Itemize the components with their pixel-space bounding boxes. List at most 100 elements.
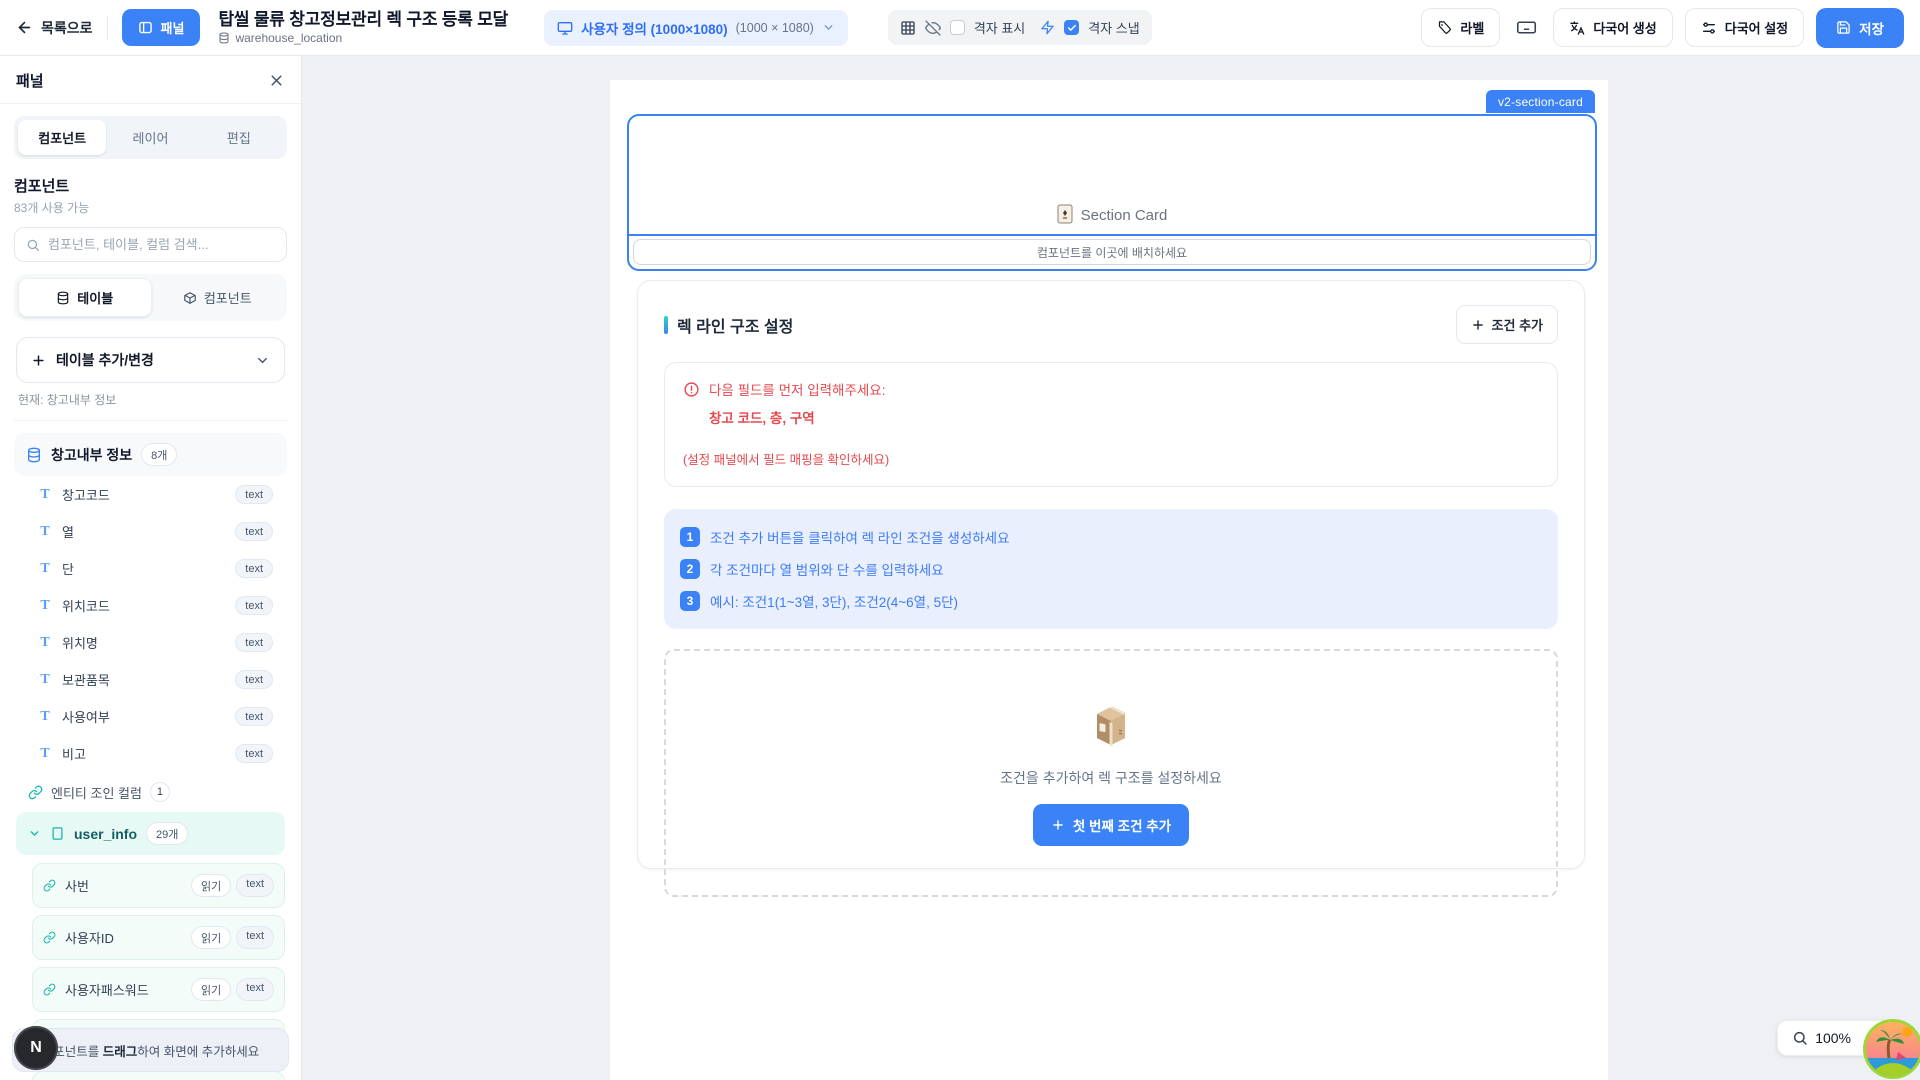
step-item: 3 예시: 조건1(1~3열, 3단), 조건2(4~6열, 5단) [680,591,1542,611]
tab-component-library[interactable]: 컴포넌트 [152,278,284,317]
warning-fields: 창고 코드, 층, 구역 [709,407,1539,427]
title-accent-bar [664,316,668,334]
document-title-block: 탑씰 물류 창고정보관리 렉 구조 등록 모달 warehouse_locati… [218,10,508,46]
empty-state-message: 조건을 추가하여 렉 구조를 설정하세요 [1000,768,1222,788]
plus-icon [1051,818,1065,832]
zoom-value: 100% [1815,1030,1851,1046]
field-item[interactable]: T 열 text [14,513,287,550]
package-box-icon [1085,700,1137,752]
join-field-item[interactable]: 사용자ID 읽기text [32,915,285,960]
readonly-badge: 읽기 [191,978,231,1001]
link-icon [43,879,56,892]
save-button[interactable]: 저장 [1816,8,1904,48]
join-field-item[interactable]: 사번 읽기text [32,863,285,908]
back-arrow-icon [16,19,33,36]
back-button[interactable]: 목록으로 [16,18,93,38]
type-badge: text [235,633,273,652]
show-grid-label: 격자 표시 [974,18,1025,37]
section-card-label: Section Card [1081,207,1168,224]
join-count-badge: 1 [150,782,170,802]
entity-icon [50,826,65,841]
field-item[interactable]: T 단 text [14,550,287,587]
artboard[interactable]: v2-section-card Section Card 컴포넌트를 이곳에 배… [610,80,1608,1080]
database-icon [56,291,70,305]
join-field-count-badge: 29개 [146,822,188,845]
section-card-body[interactable]: Section Card [629,116,1595,236]
join-field-item[interactable]: 사용자패스워드 읽기text [32,967,285,1012]
step-number-badge: 2 [680,559,700,579]
rack-structure-card[interactable]: 렉 라인 구조 설정 조건 추가 다음 필드를 먼저 입력해주세요: [637,280,1585,869]
add-condition-button[interactable]: 조건 추가 [1456,305,1558,344]
translate-generate-button[interactable]: 다국어 생성 [1553,8,1672,47]
add-table-button[interactable]: 테이블 추가/변경 [16,337,285,383]
link-icon [28,785,43,800]
text-type-icon: T [38,598,52,614]
panel-title: 패널 [16,70,44,91]
design-canvas[interactable]: v2-section-card Section Card 컴포넌트를 이곳에 배… [302,56,1920,1080]
grid-icon[interactable] [900,20,916,36]
chevron-down-icon [822,21,835,34]
dropzone-text: 컴포넌트를 이곳에 배치하세요 [633,239,1591,265]
type-badge: text [236,978,274,1001]
plus-icon [1471,318,1485,332]
text-type-icon: T [38,746,52,762]
sidebar-panel-icon [138,20,153,35]
plus-icon [31,353,46,368]
text-type-icon: T [38,635,52,651]
type-badge: text [235,670,273,689]
selected-section-card[interactable]: v2-section-card Section Card 컴포넌트를 이곳에 배… [627,114,1597,271]
tab-tables[interactable]: 테이블 [18,278,152,317]
snap-grid-checkbox[interactable] [1064,20,1079,35]
chevron-down-icon [28,827,41,840]
toolbar-right: 라벨 다국어 생성 다국어 설정 저장 [1421,8,1904,48]
search-icon [26,238,40,252]
first-condition-button[interactable]: 첫 번째 조건 추가 [1033,804,1189,846]
show-grid-checkbox[interactable] [950,20,965,35]
tag-icon [1437,20,1452,35]
labels-button[interactable]: 라벨 [1421,8,1500,47]
island-overlay-icon[interactable] [1862,1018,1920,1080]
eye-off-icon[interactable] [925,20,941,36]
search-input[interactable] [48,237,275,252]
join-field-item[interactable]: 사용자 영어 이름 읽기text [32,1071,285,1080]
type-badge: text [235,744,273,763]
table-group-header[interactable]: 창고내부 정보 8개 [14,433,287,476]
conditions-empty-state: 조건을 추가하여 렉 구조를 설정하세요 첫 번째 조건 추가 [664,649,1558,897]
sliders-icon [1701,20,1717,36]
field-item[interactable]: T 비고 text [14,735,287,772]
close-icon[interactable] [268,72,285,89]
type-badge: text [235,522,273,541]
top-toolbar: 목록으로 패널 탑씰 물류 창고정보관리 렉 구조 등록 모달 warehous… [0,0,1920,56]
field-item[interactable]: T 사용여부 text [14,698,287,735]
snap-grid-label: 격자 스냅 [1088,18,1139,37]
dropzone-strip[interactable]: 컴포넌트를 이곳에 배치하세요 [629,236,1595,269]
type-badge: text [235,707,273,726]
field-item[interactable]: T 보관품목 text [14,661,287,698]
warning-line1: 다음 필드를 먼저 입력해주세요: [709,379,885,399]
type-badge: text [236,874,274,897]
type-badge: text [235,559,273,578]
divider [14,420,287,421]
table-source-name: warehouse_location [235,31,342,45]
tab-components[interactable]: 컴포넌트 [18,120,106,155]
text-type-icon: T [38,487,52,503]
readonly-badge: 읽기 [191,926,231,949]
viewport-size: (1000 × 1080) [736,21,814,35]
toggle-panel-button[interactable]: 패널 [122,9,201,46]
search-box[interactable] [14,227,287,262]
field-item[interactable]: T 위치명 text [14,624,287,661]
keyboard-shortcuts-icon[interactable] [1512,13,1541,42]
back-label: 목록으로 [41,18,93,38]
field-item[interactable]: T 창고코드 text [14,476,287,513]
join-table-header[interactable]: user_info 29개 [16,812,285,855]
link-icon [43,983,56,996]
page-title: 탑씰 물류 창고정보관리 렉 구조 등록 모달 [218,10,508,30]
translate-settings-button[interactable]: 다국어 설정 [1685,8,1804,47]
tab-edit[interactable]: 편집 [195,120,283,155]
field-item[interactable]: T 위치코드 text [14,587,287,624]
viewport-size-dropdown[interactable]: 사용자 정의 (1000×1080) (1000 × 1080) [544,10,848,46]
magnifier-icon [1792,1030,1808,1046]
chevron-down-icon [255,353,270,368]
panel-tabs: 컴포넌트 레이어 편집 [14,116,287,159]
tab-layers[interactable]: 레이어 [106,120,194,155]
